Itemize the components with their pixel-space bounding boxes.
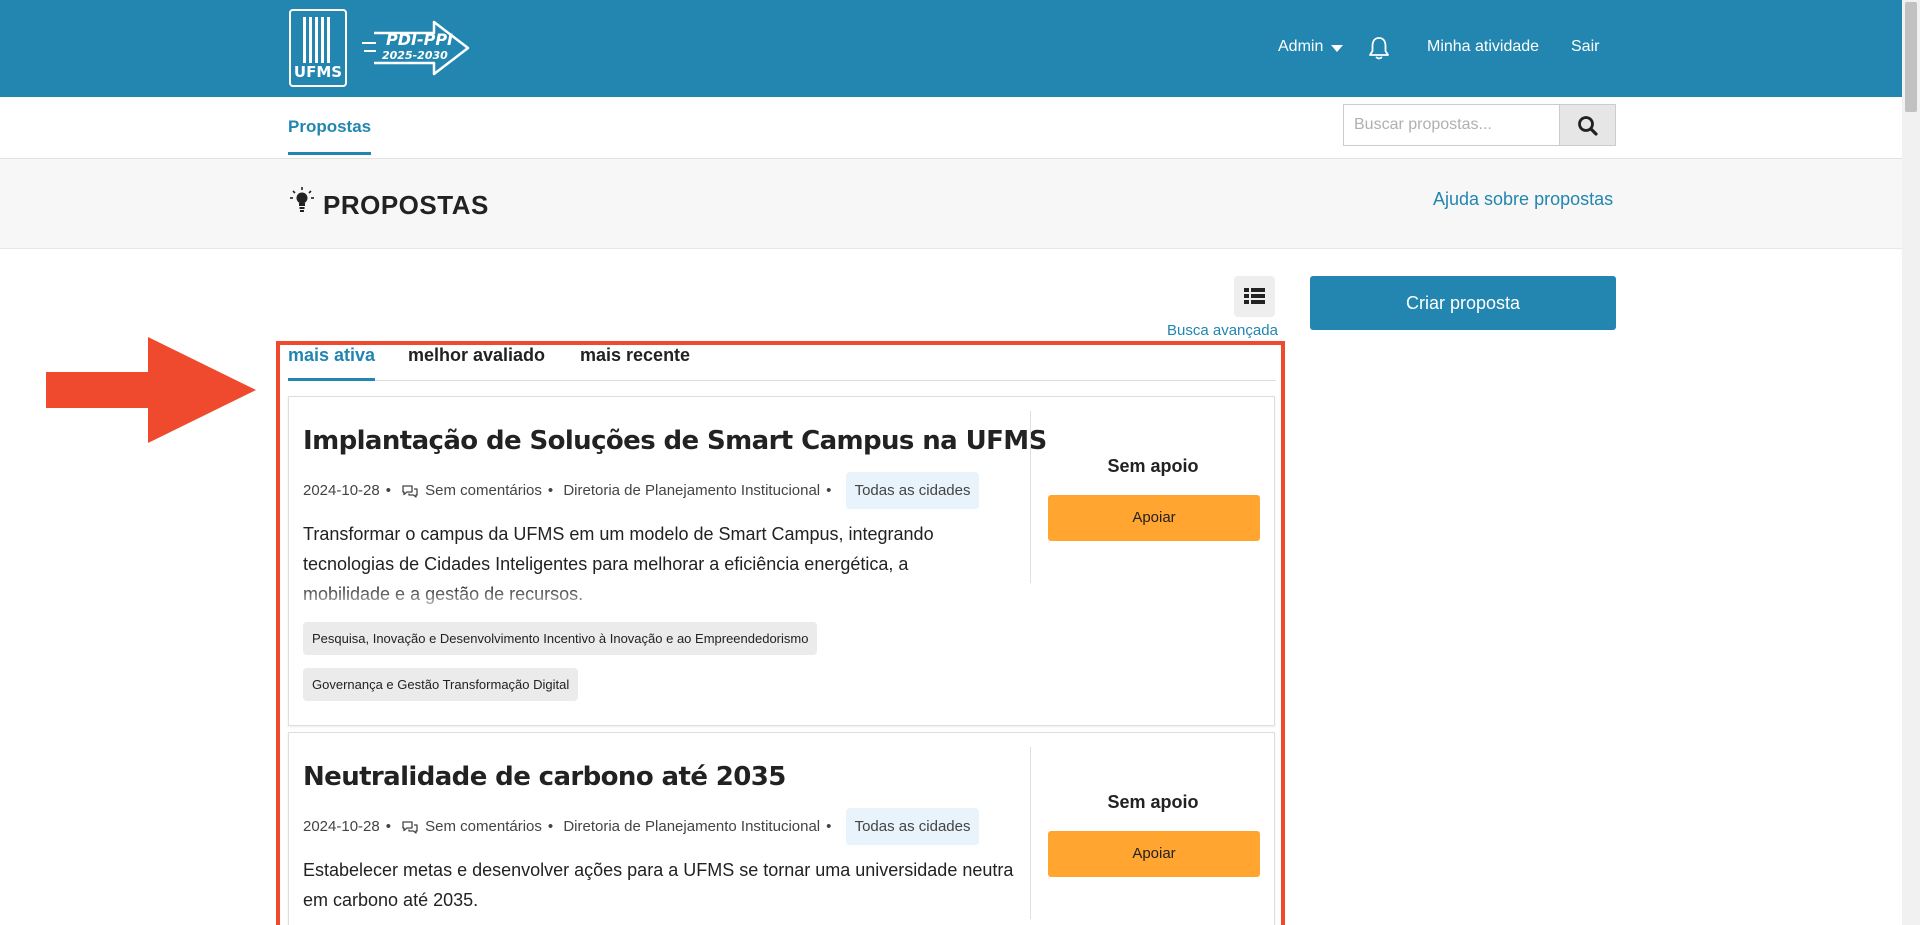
pdi-logo-years: 2025-2030 [382, 49, 448, 62]
help-link[interactable]: Ajuda sobre propostas [1433, 189, 1613, 210]
create-proposal-button[interactable]: Criar proposta [1310, 276, 1616, 330]
ufms-logo-columns [303, 17, 333, 67]
pdi-ppi-logo[interactable]: PDI-PPI 2025-2030 [362, 19, 472, 77]
advanced-search-link[interactable]: Busca avançada [1167, 322, 1278, 339]
page-scrollbar[interactable] [1902, 0, 1920, 925]
search-icon [1578, 116, 1598, 136]
logout-link[interactable]: Sair [1571, 38, 1599, 56]
list-view-icon [1244, 288, 1265, 304]
lightbulb-icon [290, 187, 314, 212]
page-header: PROPOSTAS Ajuda sobre propostas [0, 159, 1902, 249]
page-title: PROPOSTAS [323, 190, 489, 220]
ufms-logo[interactable]: UFMS [289, 9, 347, 87]
top-bar: UFMS PDI-PPI 2025-2030 Admin Minha ativi… [0, 0, 1902, 97]
list-view-toggle[interactable] [1234, 276, 1275, 317]
ufms-logo-text: UFMS [293, 63, 343, 81]
search-button[interactable] [1559, 104, 1616, 146]
scrollbar-thumb[interactable] [1905, 2, 1917, 112]
admin-menu[interactable]: Admin [1278, 38, 1323, 56]
chevron-down-icon[interactable] [1331, 45, 1343, 52]
highlight-annotation [276, 341, 1285, 925]
search-input[interactable] [1343, 104, 1560, 146]
pdi-logo-title: PDI-PPI [386, 30, 454, 49]
bell-icon[interactable] [1368, 36, 1390, 60]
tab-propostas[interactable]: Propostas [288, 117, 372, 155]
arrow-annotation-icon [46, 337, 256, 443]
my-activity-link[interactable]: Minha atividade [1427, 38, 1539, 56]
sub-navigation: Propostas [0, 97, 1902, 159]
